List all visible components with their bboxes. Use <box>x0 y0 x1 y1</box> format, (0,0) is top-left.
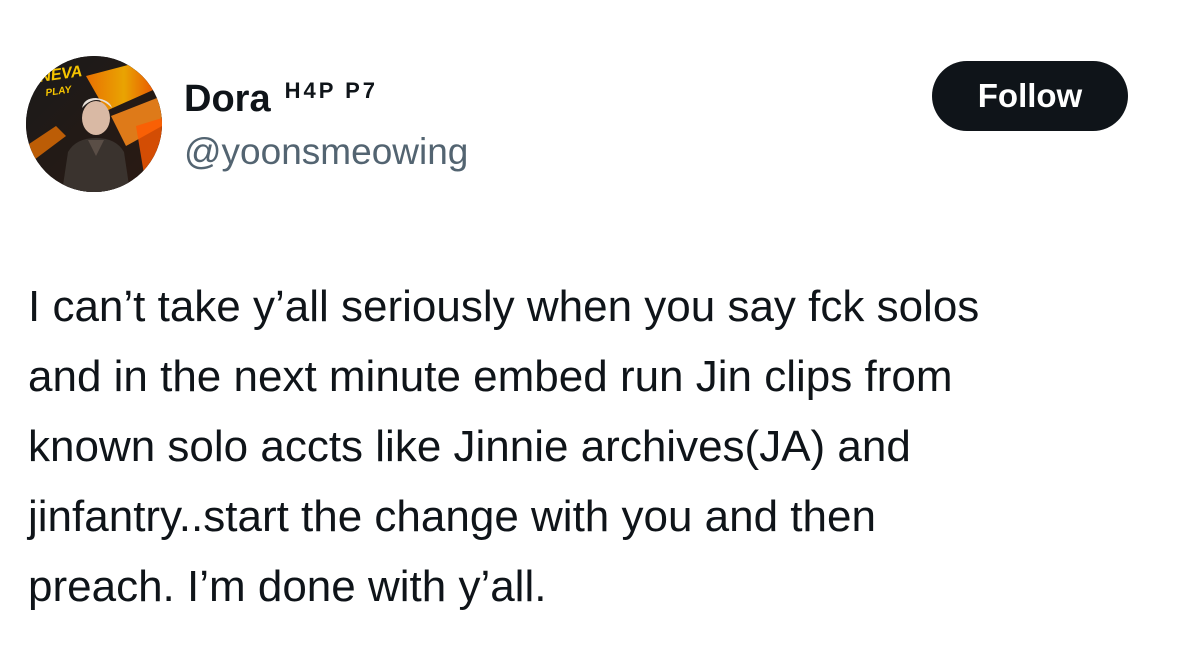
tweet-text-line: known solo accts like Jinnie archives(JA… <box>28 422 911 471</box>
author-name-suffix: H4P P7 <box>284 78 378 103</box>
author-handle[interactable]: @yoonsmeowing <box>184 128 468 176</box>
follow-button[interactable]: Follow <box>932 61 1128 131</box>
tweet-text-line: I can’t take y’all seriously when you sa… <box>28 282 980 331</box>
author-name-row[interactable]: Dora H4P P7 <box>184 74 378 124</box>
tweet-text-line: and in the next minute embed run Jin cli… <box>28 352 953 401</box>
tweet-text-line: jinfantry..start the change with you and… <box>28 492 876 541</box>
author-avatar[interactable]: NEVA PLAY <box>26 56 162 192</box>
tweet-text-line: preach. I’m done with y’all. <box>28 562 547 611</box>
author-display-name[interactable]: Dora <box>184 74 271 124</box>
profile-photo-icon: NEVA PLAY <box>26 56 162 192</box>
tweet-text: I can’t take y’all seriously when you sa… <box>28 272 1158 622</box>
tweet-card: NEVA PLAY Dora H4P P7 @yoonsmeowing Foll… <box>0 0 1179 664</box>
